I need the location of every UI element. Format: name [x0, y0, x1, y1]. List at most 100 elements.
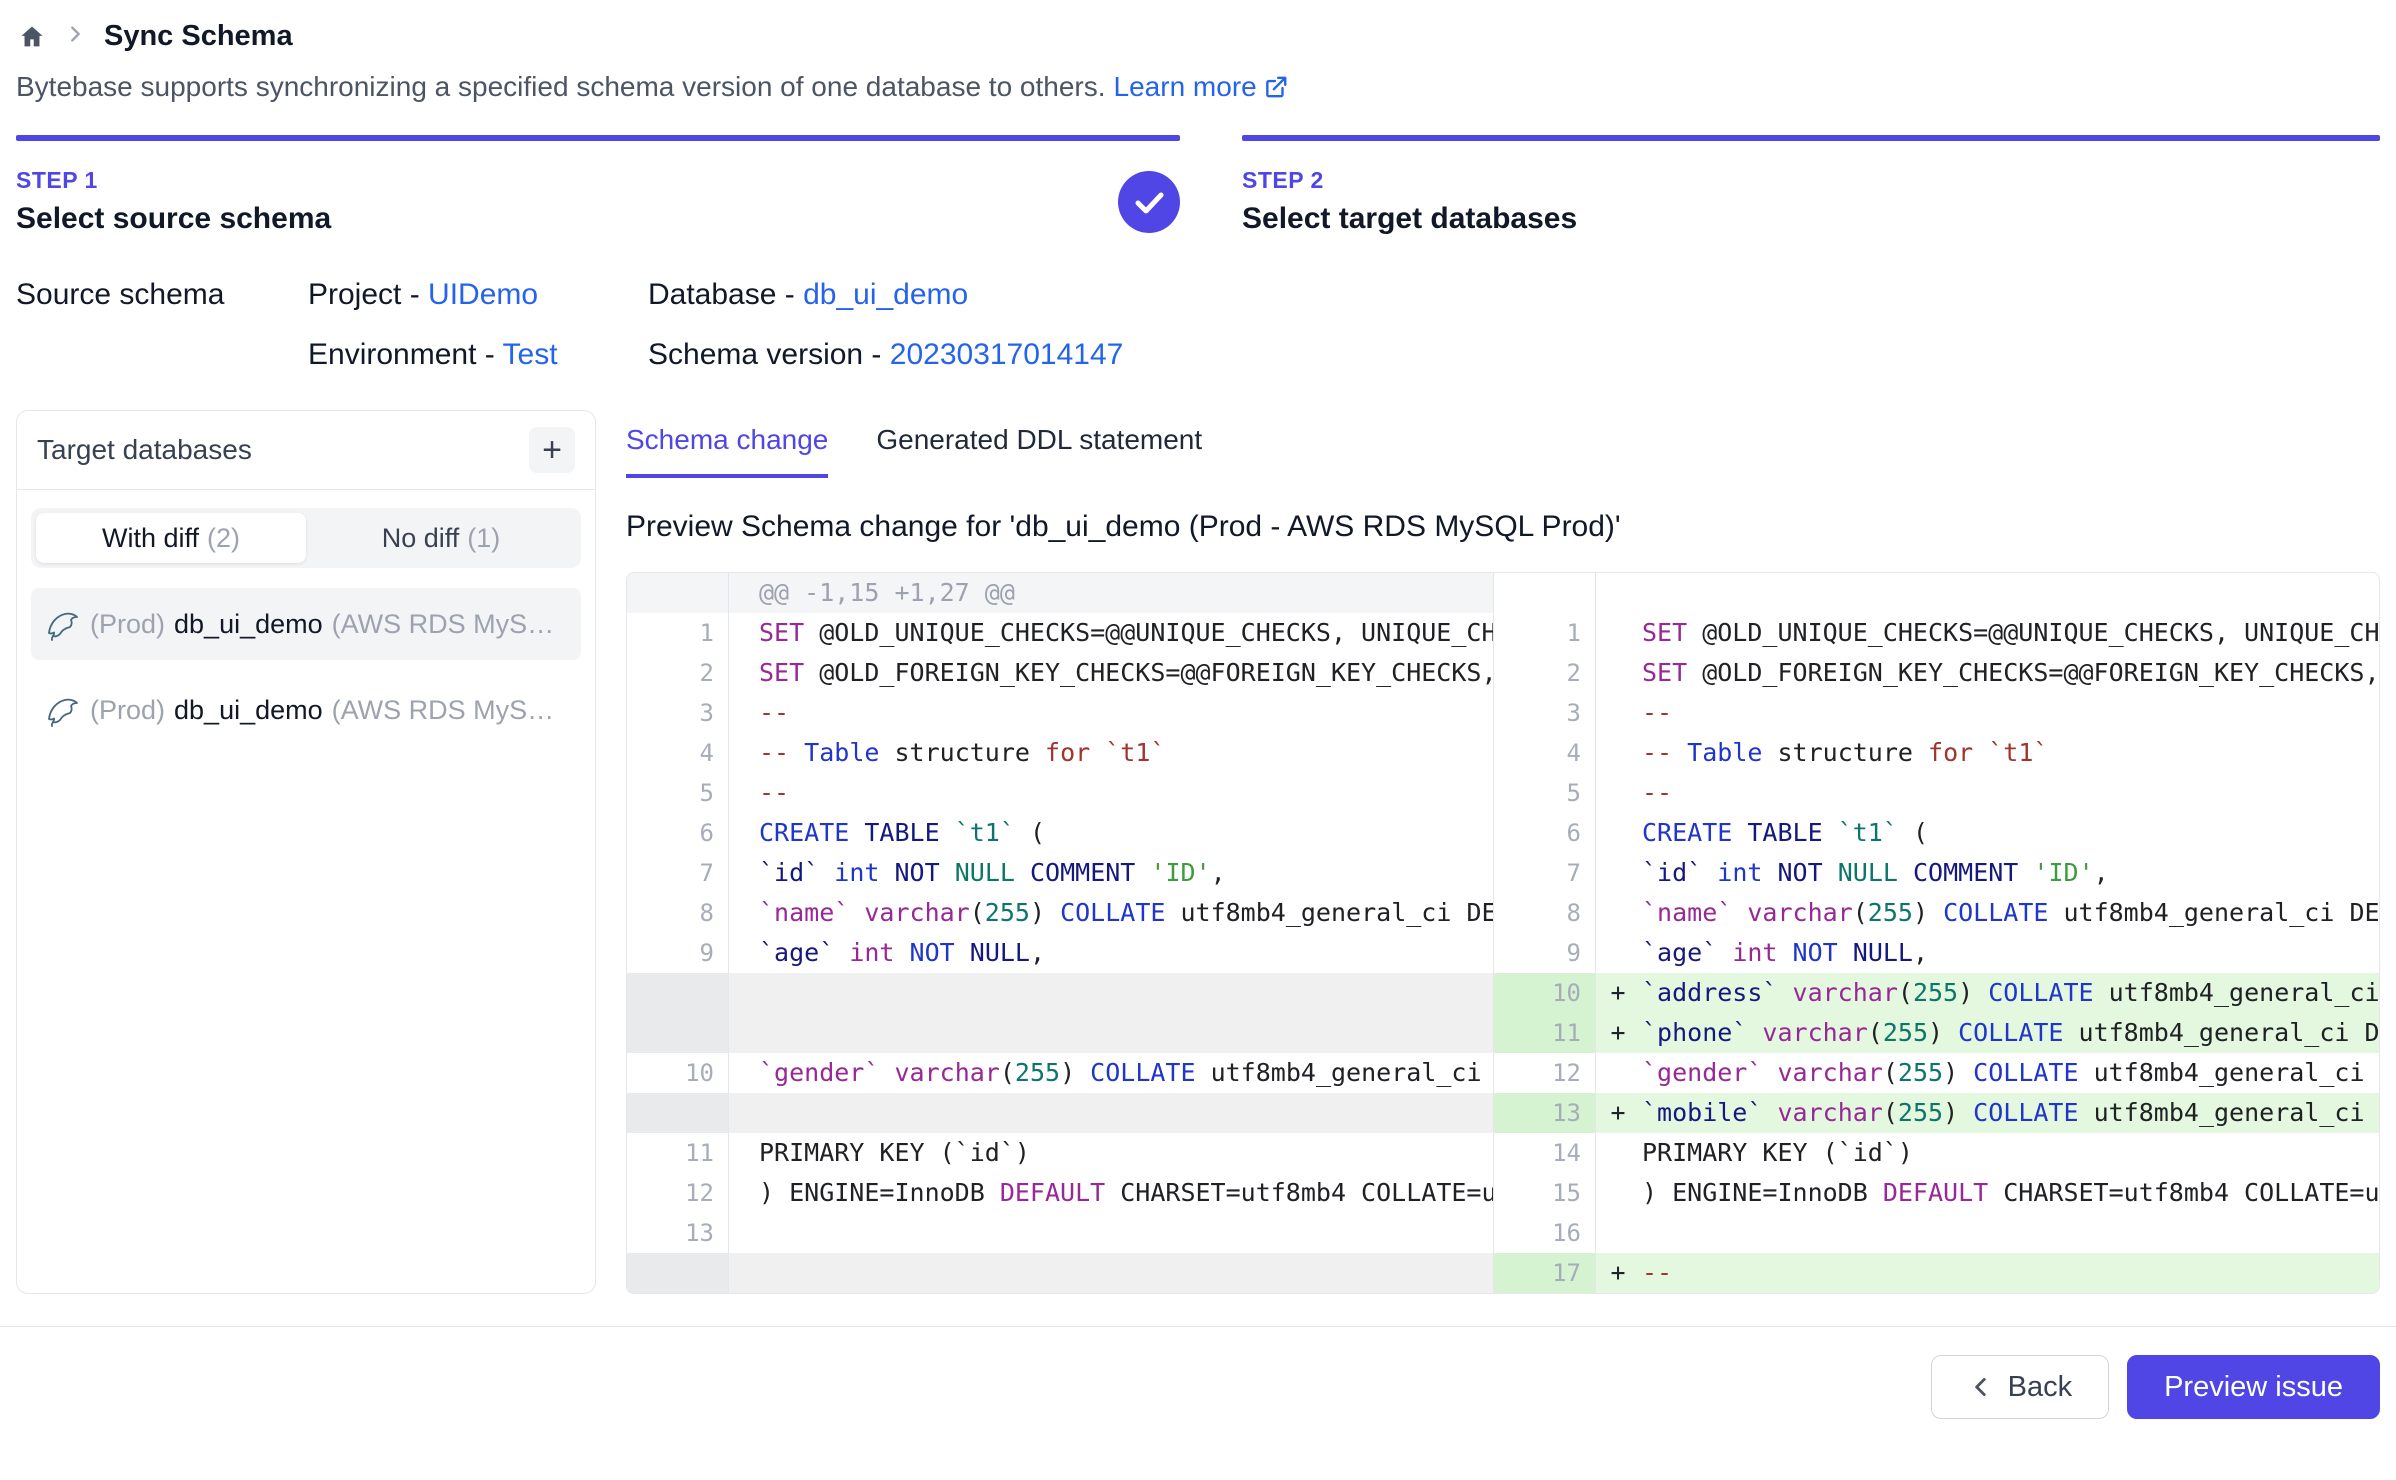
- code-line: CREATE TABLE `t1` (: [1640, 813, 2379, 853]
- diff-row: 16: [1494, 1213, 2379, 1253]
- database-instance: (AWS RDS MySQL Prod): [332, 695, 567, 726]
- line-number: [627, 573, 729, 613]
- database-environment: (Prod): [90, 609, 165, 640]
- diff-row: 11 PRIMARY KEY (`id`): [627, 1133, 1493, 1173]
- diff-row-added: 11+ `phone` varchar(255) COLLATE utf8mb4…: [1494, 1013, 2379, 1053]
- tab-with-diff[interactable]: With diff (2): [36, 513, 306, 563]
- target-database-item[interactable]: (Prod)db_ui_demo(AWS RDS MySQL Prod): [31, 588, 581, 660]
- step-1-title: Select source schema: [16, 202, 1180, 236]
- diff-row: 4-- Table structure for `t1`: [1494, 733, 2379, 773]
- code-line: -- Table structure for `t1`: [729, 733, 1493, 773]
- code-line: --: [1640, 1253, 2379, 1293]
- preview-tabs: Schema change Generated DDL statement: [626, 424, 2380, 478]
- line-number: [627, 973, 729, 1013]
- diff-pane-source: @@ -1,15 +1,27 @@1SET @OLD_UNIQUE_CHECKS…: [627, 573, 1493, 1293]
- diff-row: 1SET @OLD_UNIQUE_CHECKS=@@UNIQUE_CHECKS,…: [1494, 613, 2379, 653]
- step-2: STEP 2 Select target databases: [1242, 135, 2380, 236]
- code-line: `gender` varchar(255) COLLATE utf8mb4_ge…: [729, 1053, 1493, 1093]
- code-line: SET @OLD_FOREIGN_KEY_CHECKS=@@FOREIGN_KE…: [1640, 653, 2379, 693]
- tab-generated-ddl[interactable]: Generated DDL statement: [876, 424, 1202, 474]
- project-field: Project - UIDemo: [308, 278, 648, 312]
- diff-row: 9 `age` int NOT NULL,: [627, 933, 1493, 973]
- diff-sign: [1596, 1053, 1640, 1093]
- target-database-item[interactable]: (Prod)db_ui_demo(AWS RDS MySQL Prod): [31, 674, 581, 746]
- line-number: 3: [627, 693, 729, 733]
- code-line: --: [729, 773, 1493, 813]
- diff-row-placeholder: [627, 1253, 1493, 1293]
- step-1-label: STEP 1: [16, 167, 1180, 194]
- line-number: 8: [627, 893, 729, 933]
- diff-sign: +: [1596, 1253, 1640, 1293]
- main-content: Target databases + With diff (2) No diff…: [16, 410, 2380, 1294]
- mysql-icon: [45, 607, 81, 641]
- line-number: 2: [1494, 653, 1596, 693]
- diff-sign: [1596, 853, 1640, 893]
- diff-row-added: 10+ `address` varchar(255) COLLATE utf8m…: [1494, 973, 2379, 1013]
- diff-row: 6CREATE TABLE `t1` (: [627, 813, 1493, 853]
- database-name: db_ui_demo: [174, 695, 323, 726]
- database-name: db_ui_demo: [174, 609, 323, 640]
- line-number: 2: [627, 653, 729, 693]
- database-field: Database - db_ui_demo: [648, 278, 2380, 312]
- external-link-icon: [1263, 74, 1289, 100]
- line-number: 3: [1494, 693, 1596, 733]
- line-number: 7: [1494, 853, 1596, 893]
- database-link[interactable]: db_ui_demo: [803, 278, 968, 311]
- line-number: 11: [1494, 1013, 1596, 1053]
- line-number: 12: [1494, 1053, 1596, 1093]
- with-diff-count: (2): [207, 523, 240, 554]
- tab-schema-change[interactable]: Schema change: [626, 424, 828, 478]
- diff-row-placeholder: [627, 973, 1493, 1013]
- diff-row: 8 `name` varchar(255) COLLATE utf8mb4_ge…: [1494, 893, 2379, 933]
- step-2-progress-bar: [1242, 135, 2380, 141]
- diff-sign: [1596, 1173, 1640, 1213]
- line-number: 8: [1494, 893, 1596, 933]
- code-line: [1640, 1213, 2379, 1253]
- line-number: 9: [1494, 933, 1596, 973]
- diff-row: 3--: [627, 693, 1493, 733]
- home-icon[interactable]: [18, 23, 46, 51]
- line-number: [627, 1013, 729, 1053]
- diff-sign: [1596, 693, 1640, 733]
- line-number: 17: [1494, 1253, 1596, 1293]
- schema-diff-view: @@ -1,15 +1,27 @@1SET @OLD_UNIQUE_CHECKS…: [626, 572, 2380, 1294]
- diff-row: 3--: [1494, 693, 2379, 733]
- code-line: `address` varchar(255) COLLATE utf8mb4_g…: [1640, 973, 2379, 1013]
- code-line: [729, 1253, 1493, 1293]
- line-number: 6: [1494, 813, 1596, 853]
- mysql-icon: [45, 693, 81, 727]
- target-databases-title: Target databases: [37, 434, 252, 466]
- code-line: SET @OLD_FOREIGN_KEY_CHECKS=@@FOREIGN_KE…: [729, 653, 1493, 693]
- code-line: [729, 973, 1493, 1013]
- stepper: STEP 1 Select source schema STEP 2 Selec…: [16, 135, 2380, 236]
- code-line: ) ENGINE=InnoDB DEFAULT CHARSET=utf8mb4 …: [1640, 1173, 2379, 1213]
- page-description: Bytebase supports synchronizing a specif…: [16, 71, 2380, 103]
- diff-row: [1494, 573, 2379, 613]
- diff-row: 1SET @OLD_UNIQUE_CHECKS=@@UNIQUE_CHECKS,…: [627, 613, 1493, 653]
- environment-link[interactable]: Test: [503, 338, 558, 371]
- code-line: ) ENGINE=InnoDB DEFAULT CHARSET=utf8mb4 …: [729, 1173, 1493, 1213]
- diff-sign: +: [1596, 1013, 1640, 1053]
- learn-more-link[interactable]: Learn more: [1114, 71, 1289, 103]
- back-button[interactable]: Back: [1931, 1355, 2109, 1419]
- code-line: `id` int NOT NULL COMMENT 'ID',: [1640, 853, 2379, 893]
- schema-version-link[interactable]: 20230317014147: [890, 338, 1124, 371]
- diff-sign: [1596, 733, 1640, 773]
- code-line: SET @OLD_UNIQUE_CHECKS=@@UNIQUE_CHECKS, …: [729, 613, 1493, 653]
- preview-issue-button[interactable]: Preview issue: [2127, 1355, 2380, 1419]
- diff-sign: [1596, 653, 1640, 693]
- project-link[interactable]: UIDemo: [428, 278, 538, 311]
- line-number: 16: [1494, 1213, 1596, 1253]
- code-line: `id` int NOT NULL COMMENT 'ID',: [729, 853, 1493, 893]
- tab-no-diff[interactable]: No diff (1): [306, 513, 576, 563]
- code-line: SET @OLD_UNIQUE_CHECKS=@@UNIQUE_CHECKS, …: [1640, 613, 2379, 653]
- line-number: 6: [627, 813, 729, 853]
- diff-row: 6 CREATE TABLE `t1` (: [1494, 813, 2379, 853]
- add-target-database-button[interactable]: +: [529, 427, 575, 473]
- diff-row: 10 `gender` varchar(255) COLLATE utf8mb4…: [627, 1053, 1493, 1093]
- diff-row: 5--: [1494, 773, 2379, 813]
- code-line: [1640, 573, 2379, 613]
- line-number: 14: [1494, 1133, 1596, 1173]
- line-number: 7: [627, 853, 729, 893]
- diff-pane-target: 1SET @OLD_UNIQUE_CHECKS=@@UNIQUE_CHECKS,…: [1493, 573, 2379, 1293]
